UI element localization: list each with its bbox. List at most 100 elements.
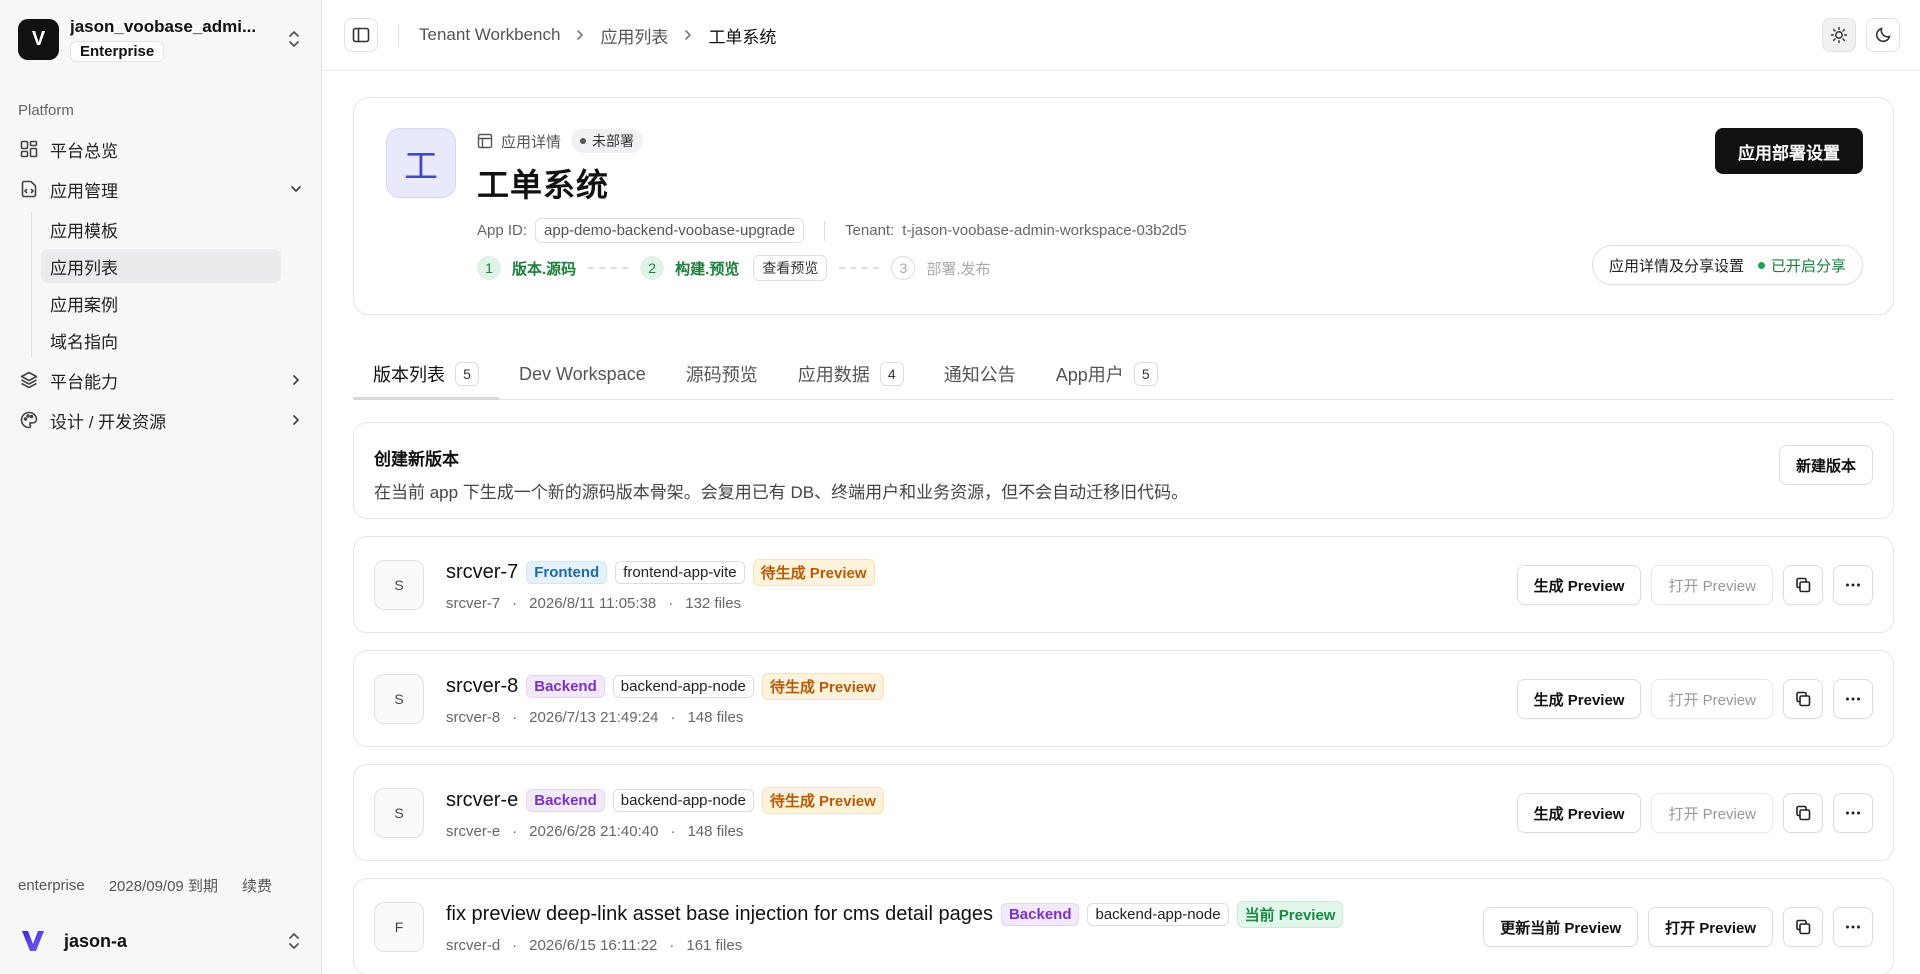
sidebar-toggle-button[interactable]: [344, 18, 378, 52]
renew-link[interactable]: 续费: [242, 875, 272, 896]
deploy-settings-button[interactable]: 应用部署设置: [1715, 128, 1863, 174]
workspace-switcher[interactable]: V jason_voobase_admi... Enterprise: [0, 0, 321, 78]
chevron-down-icon: [289, 182, 303, 196]
chevron-right-icon: [289, 413, 303, 427]
tab-dev-workspace[interactable]: Dev Workspace: [499, 349, 666, 399]
tab-app-data[interactable]: 应用数据 4: [778, 349, 924, 399]
tab-app-users[interactable]: App用户 5: [1036, 349, 1178, 399]
tab-label: 版本列表: [373, 365, 445, 385]
dark-theme-button[interactable]: [1866, 18, 1900, 52]
sidebar-item-label: 设计 / 开发资源: [50, 412, 167, 432]
app-meta-label: 应用详情: [501, 133, 562, 151]
version-time: 2026/8/11 11:05:38: [529, 595, 657, 612]
app-id-label: App ID:: [477, 222, 528, 239]
sidebar: V jason_voobase_admi... Enterprise Platf…: [0, 0, 322, 974]
version-id: srcver-8: [446, 709, 501, 726]
moon-icon: [1875, 27, 1891, 43]
copy-icon: [1796, 805, 1811, 821]
share-settings-button[interactable]: 应用详情及分享设置 已开启分享: [1591, 245, 1863, 285]
template-badge: backend-app-node: [612, 789, 754, 812]
status-badge: 未部署: [571, 129, 644, 153]
step-label: 部署.发布: [926, 260, 991, 278]
copy-icon: [1796, 577, 1811, 593]
main-content: Tenant Workbench 应用列表 工单系统 工 应用详情 未部署 工单…: [322, 0, 1920, 974]
sidebar-item-capabilities[interactable]: 平台能力: [0, 360, 321, 400]
generate-preview-button[interactable]: 生成 Preview: [1516, 679, 1642, 719]
sidebar-item-app-list[interactable]: 应用列表: [41, 249, 281, 283]
version-row: F fix preview deep-link asset base injec…: [353, 878, 1894, 974]
version-time: 2026/6/28 21:40:40: [529, 823, 659, 840]
version-list: S srcver-7 Frontend frontend-app-vite 待生…: [353, 536, 1894, 974]
tab-versions[interactable]: 版本列表 5: [353, 349, 499, 400]
version-name[interactable]: fix preview deep-link asset base injecti…: [446, 903, 993, 926]
app-manage-icon: [18, 178, 40, 200]
light-theme-button[interactable]: [1822, 18, 1856, 52]
open-preview-button[interactable]: 打开 Preview: [1651, 679, 1773, 719]
generate-preview-button[interactable]: 更新当前 Preview: [1483, 907, 1639, 947]
sidebar-item-domains[interactable]: 域名指向: [41, 323, 281, 357]
new-version-button[interactable]: 新建版本: [1778, 445, 1873, 485]
type-badge: Backend: [526, 789, 605, 812]
breadcrumb-item[interactable]: 应用列表: [600, 23, 668, 48]
count-badge: 5: [455, 362, 479, 386]
open-preview-button[interactable]: 打开 Preview: [1648, 907, 1773, 947]
copy-button[interactable]: [1783, 679, 1823, 719]
breadcrumb-item[interactable]: Tenant Workbench: [419, 25, 560, 45]
version-files: 148 files: [687, 709, 744, 726]
copy-icon: [1796, 919, 1811, 935]
copy-icon: [1796, 691, 1811, 707]
version-files: 148 files: [687, 823, 744, 840]
more-horizontal-icon: [1846, 697, 1860, 701]
tab-label: 源码预览: [685, 365, 758, 385]
more-menu-button[interactable]: [1833, 907, 1873, 947]
copy-button[interactable]: [1783, 793, 1823, 833]
view-preview-button[interactable]: 查看预览: [753, 255, 828, 281]
tab-notices[interactable]: 通知公告: [924, 349, 1036, 399]
sidebar-item-resources[interactable]: 设计 / 开发资源: [0, 400, 321, 440]
version-name[interactable]: srcver-7: [446, 561, 518, 584]
copy-button[interactable]: [1783, 565, 1823, 605]
layers-icon: [18, 369, 40, 391]
version-name[interactable]: srcver-8: [446, 675, 518, 698]
tab-label: 应用数据: [797, 365, 870, 385]
tab-source-preview[interactable]: 源码预览: [666, 349, 778, 399]
generate-preview-button[interactable]: 生成 Preview: [1516, 565, 1642, 605]
sidebar-item-label: 平台总览: [50, 141, 118, 161]
version-avatar: S: [374, 674, 424, 724]
version-name[interactable]: srcver-e: [446, 789, 518, 812]
user-name: jason-a: [64, 930, 128, 951]
preview-status-badge: 待生成 Preview: [761, 673, 884, 700]
preview-status-badge: 待生成 Preview: [752, 559, 875, 586]
copy-button[interactable]: [1783, 907, 1823, 947]
more-horizontal-icon: [1846, 583, 1860, 587]
app-id-value[interactable]: app-demo-backend-voobase-upgrade: [535, 218, 805, 243]
plan-badge: Enterprise: [70, 40, 165, 62]
create-version-description: 在当前 app 下生成一个新的源码版本骨架。会复用已有 DB、终端用户和业务资源…: [374, 483, 1189, 502]
workspace-name: jason_voobase_admi...: [70, 16, 257, 36]
count-badge: 4: [879, 362, 904, 386]
sidebar-item-overview[interactable]: 平台总览: [0, 129, 321, 169]
template-badge: frontend-app-vite: [615, 561, 745, 584]
pipeline-steps: 1 版本.源码 2 构建.预览 查看预览 3 部署.发布: [477, 255, 1187, 281]
workspace-logo: V: [18, 18, 59, 60]
sidebar-item-cases[interactable]: 应用案例: [41, 286, 281, 320]
more-menu-button[interactable]: [1833, 679, 1873, 719]
generate-preview-button[interactable]: 生成 Preview: [1516, 793, 1642, 833]
open-preview-button[interactable]: 打开 Preview: [1651, 565, 1773, 605]
more-menu-button[interactable]: [1833, 793, 1873, 833]
preview-status-badge: 当前 Preview: [1236, 901, 1344, 928]
type-badge: Backend: [526, 675, 605, 698]
sidebar-item-app-manage[interactable]: 应用管理: [0, 169, 321, 209]
more-menu-button[interactable]: [1833, 565, 1873, 605]
sidebar-item-templates[interactable]: 应用模板: [41, 212, 281, 246]
version-id: srcver-d: [446, 937, 501, 954]
version-avatar: S: [374, 788, 424, 838]
top-bar: Tenant Workbench 应用列表 工单系统: [322, 0, 1920, 71]
chevron-right-icon: [289, 373, 303, 387]
chevrons-up-down-icon: [285, 930, 303, 952]
version-avatar: S: [374, 560, 424, 610]
open-preview-button[interactable]: 打开 Preview: [1651, 793, 1773, 833]
dashboard-icon: [18, 138, 40, 160]
user-menu[interactable]: jason-a: [0, 908, 321, 974]
version-row: S srcver-8 Backend backend-app-node 待生成 …: [353, 650, 1894, 747]
